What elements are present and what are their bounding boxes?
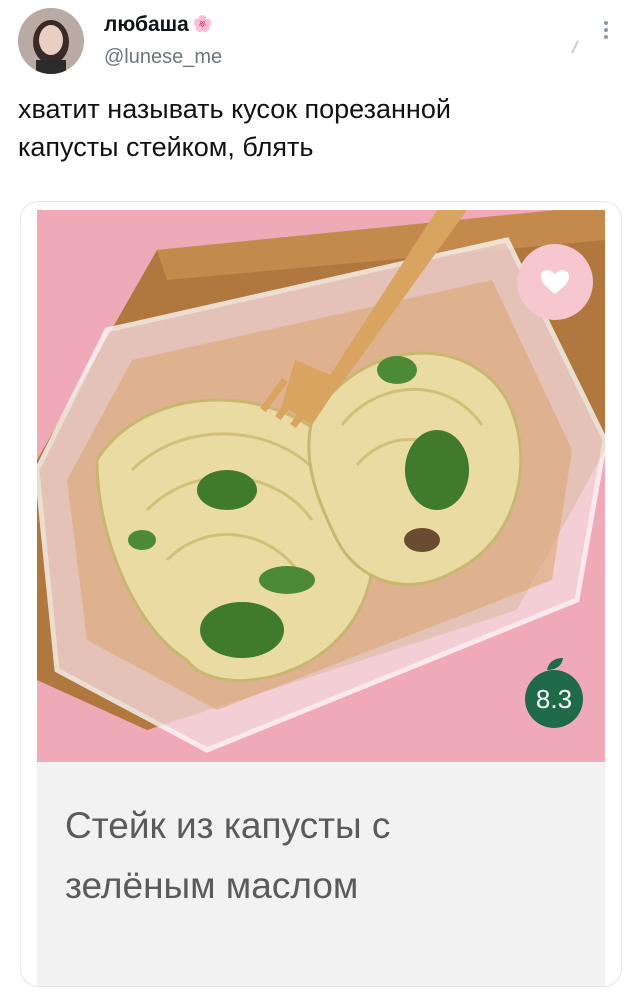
product-photo: 8.3 (37, 210, 605, 762)
author-block: любаша 🌸 @lunese_me (104, 12, 222, 70)
product-title-line: Стейк из капусты с (65, 805, 391, 846)
tweet-text-line: капусты стейком, блять (18, 132, 314, 162)
divider (571, 40, 579, 54)
rating-badge: 8.3 (525, 670, 583, 728)
tweet-text-line: хватит называть кусок порезанной (18, 94, 451, 124)
tweet-text: хватит называть кусок порезанной капусты… (18, 90, 618, 166)
author-name[interactable]: любаша (104, 12, 189, 38)
caption-area: Стейк из капусты с зелёным маслом (37, 762, 605, 986)
flower-emoji: 🌸 (192, 16, 213, 33)
avatar[interactable] (18, 8, 84, 74)
more-vertical-icon[interactable] (598, 18, 614, 48)
author-name-row[interactable]: любаша 🌸 (104, 12, 222, 38)
product-title[interactable]: Стейк из капусты с зелёным маслом (65, 796, 585, 916)
heart-icon (541, 270, 569, 294)
avatar-image (18, 8, 84, 74)
favorite-button[interactable] (517, 244, 593, 320)
product-card[interactable]: 8.3 Стейк из капусты с зелёным маслом (20, 201, 622, 987)
author-handle[interactable]: @lunese_me (104, 44, 222, 70)
product-title-line: зелёным маслом (65, 865, 359, 906)
